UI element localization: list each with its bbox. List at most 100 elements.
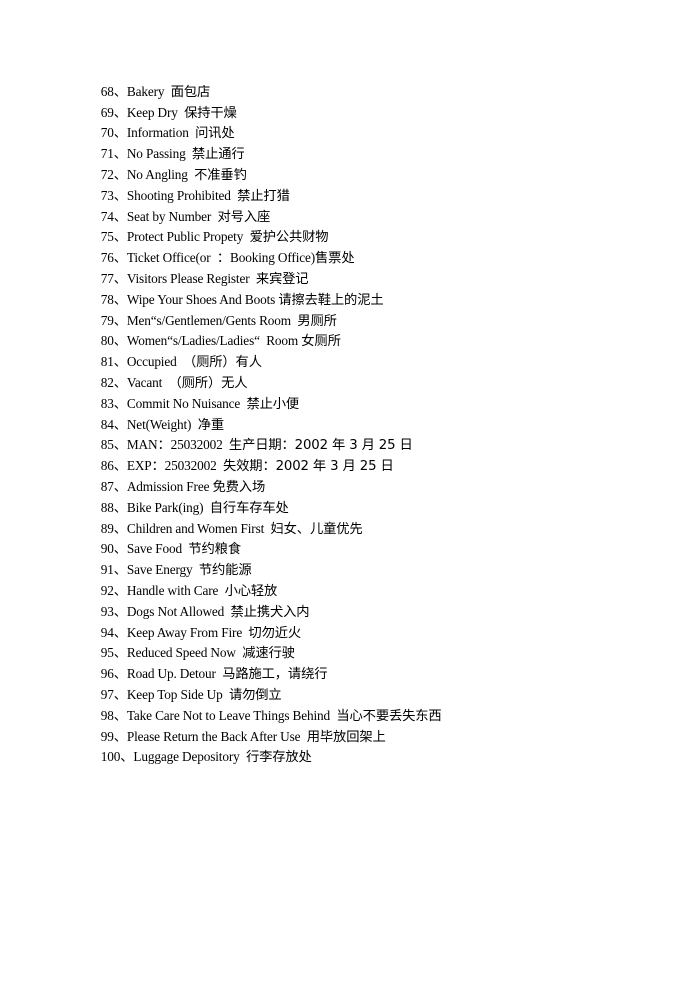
item-number: 77、 xyxy=(100,270,127,286)
item-number: 73、 xyxy=(100,187,127,203)
item-number: 97、 xyxy=(100,686,127,702)
chinese-text: 男厕所 xyxy=(297,313,337,329)
english-text: Wipe Your Shoes And Boots xyxy=(126,291,279,307)
item-number: 84、 xyxy=(100,416,127,432)
english-text: Keep Dry xyxy=(126,104,185,120)
item-number: 76、 xyxy=(100,250,127,266)
item-number: 96、 xyxy=(100,666,127,682)
chinese-text: 减速行驶 xyxy=(242,646,295,662)
item-number: 98、 xyxy=(100,707,127,723)
english-text: MAN：25032002 xyxy=(126,437,229,453)
chinese-text: （厕所）无人 xyxy=(168,375,248,391)
chinese-text: 禁止打猎 xyxy=(237,188,290,204)
item-number: 90、 xyxy=(100,541,127,557)
chinese-text: 爱护公共财物 xyxy=(249,230,329,246)
chinese-text: 节约能源 xyxy=(198,563,252,579)
english-text: Protect Public Propety xyxy=(126,229,250,245)
chinese-text: 妇女、儿童优先 xyxy=(270,521,363,537)
english-text: Keep Away From Fire xyxy=(126,624,249,640)
chinese-text: 用毕放回架上 xyxy=(306,729,386,745)
chinese-text: 售票处 xyxy=(315,251,355,267)
english-text: Handle with Care xyxy=(126,582,225,598)
chinese-text: 行李存放处 xyxy=(245,750,312,766)
sign-translation-list: 68、Bakery 面包店 69、Keep Dry 保持干燥 70、Inform… xyxy=(88,61,442,766)
chinese-text: 节约粮食 xyxy=(188,542,241,558)
item-number: 74、 xyxy=(100,208,127,224)
list-item: 68、Bakery 面包店 xyxy=(88,61,442,100)
item-number: 91、 xyxy=(100,562,127,578)
chinese-text: 禁止小便 xyxy=(246,396,300,412)
english-text: Shooting Prohibited xyxy=(126,187,238,203)
item-number: 82、 xyxy=(100,374,127,390)
chinese-text: 切勿近火 xyxy=(248,625,302,641)
chinese-text: 当心不要丢失东西 xyxy=(336,708,442,724)
item-number: 72、 xyxy=(100,166,127,182)
chinese-text: （厕所）有人 xyxy=(182,355,262,371)
english-text: Take Care Not to Leave Things Behind xyxy=(126,707,337,723)
chinese-text: 马路施工，请绕行 xyxy=(222,667,328,683)
english-text: Seat by Number xyxy=(126,208,218,224)
item-number: 79、 xyxy=(100,312,127,328)
english-text: Women“s/Ladies/Ladies“ Room xyxy=(126,333,302,349)
english-text: Keep Top Side Up xyxy=(126,686,229,702)
item-number: 100、 xyxy=(100,749,134,765)
english-text: Visitors Please Register xyxy=(126,270,256,286)
english-text: Ticket Office(or ：Booking Office) xyxy=(126,250,316,266)
chinese-text: 生产日期：2002 年 3 月 25 日 xyxy=(228,438,413,454)
chinese-text: 禁止通行 xyxy=(191,147,245,163)
english-text: No Angling xyxy=(126,166,195,182)
chinese-text: 问讯处 xyxy=(195,126,235,142)
english-text: Road Up. Detour xyxy=(126,666,223,682)
chinese-text: 禁止携犬入内 xyxy=(230,604,310,620)
chinese-text: 保持干燥 xyxy=(184,105,237,121)
english-text: Please Return the Back After Use xyxy=(126,728,307,744)
item-number: 95、 xyxy=(100,645,127,661)
english-text: Reduced Speed Now xyxy=(126,645,243,661)
item-number: 87、 xyxy=(100,478,127,494)
item-number: 93、 xyxy=(100,603,127,619)
item-number: 78、 xyxy=(100,291,127,307)
item-number: 89、 xyxy=(100,520,127,536)
item-number: 68、 xyxy=(100,83,127,99)
english-text: EXP：25032002 xyxy=(126,458,224,474)
chinese-text: 面包店 xyxy=(170,84,211,100)
english-text: Children and Women First xyxy=(126,520,271,536)
english-text: Men“s/Gentlemen/Gents Room xyxy=(126,312,298,328)
english-text: Bakery xyxy=(126,83,171,99)
item-number: 99、 xyxy=(100,728,127,744)
chinese-text: 不准垂钓 xyxy=(194,167,247,183)
item-number: 81、 xyxy=(100,354,127,370)
item-number: 94、 xyxy=(100,624,127,640)
item-number: 92、 xyxy=(100,582,127,598)
chinese-text: 免费入场 xyxy=(212,479,266,495)
item-number: 80、 xyxy=(100,333,127,349)
item-number: 86、 xyxy=(100,458,127,474)
item-number: 75、 xyxy=(100,229,127,245)
chinese-text: 小心轻放 xyxy=(224,583,278,599)
document-page: 68、Bakery 面包店 69、Keep Dry 保持干燥 70、Inform… xyxy=(0,0,696,983)
chinese-text: 失效期：2002 年 3 月 25 日 xyxy=(223,459,394,475)
english-text: Bike Park(ing) xyxy=(126,499,210,515)
english-text: Save Energy xyxy=(126,562,199,578)
item-number: 69、 xyxy=(100,104,127,120)
item-number: 85、 xyxy=(100,437,127,453)
english-text: Net(Weight) xyxy=(126,416,198,432)
item-number: 70、 xyxy=(100,125,127,141)
chinese-text: 自行车存车处 xyxy=(209,500,289,516)
english-text: Commit No Nuisance xyxy=(126,395,247,411)
chinese-text: 请勿倒立 xyxy=(228,687,282,703)
chinese-text: 来宾登记 xyxy=(255,271,309,287)
item-number: 71、 xyxy=(100,146,127,162)
english-text: No Passing xyxy=(126,146,192,162)
english-text: Vacant xyxy=(126,374,169,390)
chinese-text: 净重 xyxy=(197,417,224,433)
english-text: Admission Free xyxy=(126,478,213,494)
chinese-text: 请擦去鞋上的泥土 xyxy=(278,292,384,308)
english-text: Luggage Depository xyxy=(133,749,246,765)
english-text: Information xyxy=(126,125,196,141)
english-text: Save Food xyxy=(126,541,189,557)
chinese-text: 女厕所 xyxy=(301,334,341,350)
item-number: 83、 xyxy=(100,395,127,411)
chinese-text: 对号入座 xyxy=(217,209,271,225)
item-number: 88、 xyxy=(100,499,127,515)
